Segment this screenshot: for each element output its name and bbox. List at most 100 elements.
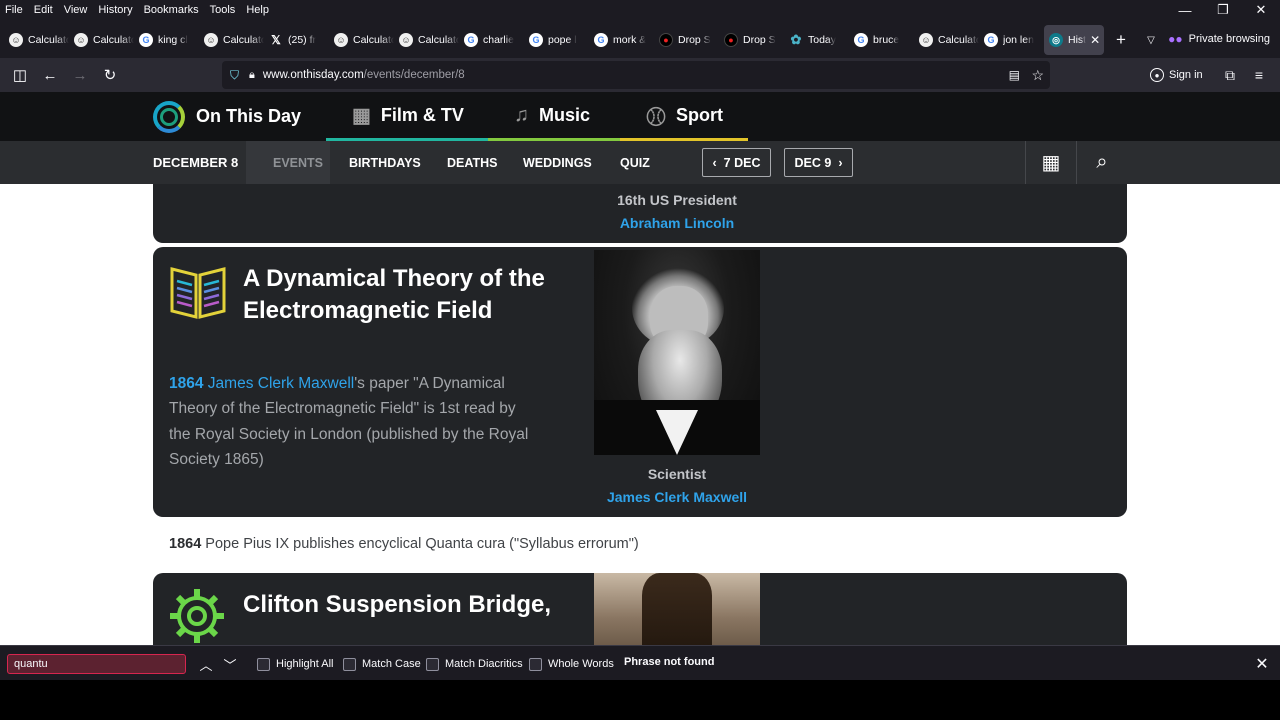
- bookmark-star-icon[interactable]: ☆: [1031, 67, 1044, 84]
- sidebar-toggle-icon[interactable]: ◫: [8, 63, 32, 87]
- checkbox-label: Whole Words: [548, 658, 614, 670]
- tab-active[interactable]: ◎ Hist ✕: [1044, 25, 1104, 55]
- plain-event-year[interactable]: 1864: [169, 536, 201, 552]
- new-tab-button[interactable]: +: [1106, 25, 1136, 55]
- tab[interactable]: ✿ Today: [784, 25, 849, 55]
- navigation-toolbar: ◫ ← → ↻ ⛉ 🔒︎ www.onthisday.com/events/de…: [0, 58, 1280, 92]
- sign-in-button[interactable]: ● Sign in: [1150, 62, 1214, 88]
- match-diacritics-checkbox[interactable]: Match Diacritics: [426, 656, 523, 672]
- section-sport[interactable]: ⚾︎ Sport: [620, 92, 748, 141]
- tab[interactable]: Gpope l: [524, 25, 589, 55]
- portrait-image[interactable]: [594, 250, 760, 455]
- calculator-icon: ☺: [399, 33, 413, 47]
- tab[interactable]: Gcharlie: [459, 25, 524, 55]
- back-button[interactable]: ←: [38, 63, 62, 87]
- tab-weddings[interactable]: WEDDINGS: [523, 141, 592, 184]
- music-note-icon: ♫: [514, 103, 529, 126]
- tab-events[interactable]: EVENTS: [273, 141, 323, 184]
- tab[interactable]: ☺ Calculator: [69, 25, 134, 55]
- checkbox-box: [529, 657, 542, 671]
- menu-bookmarks[interactable]: Bookmarks: [144, 4, 199, 16]
- tab-label: Hist: [1068, 34, 1087, 46]
- google-icon: G: [464, 33, 478, 47]
- close-find-bar-icon[interactable]: ✕: [1252, 654, 1272, 674]
- whole-words-checkbox[interactable]: Whole Words: [529, 656, 614, 672]
- image-caption: 16th US President Abraham Lincoln: [594, 192, 760, 231]
- reader-view-icon[interactable]: ▤: [1009, 68, 1020, 82]
- tab[interactable]: Gbruce: [849, 25, 914, 55]
- film-icon: ▦: [352, 104, 371, 127]
- match-case-checkbox[interactable]: Match Case: [343, 656, 421, 672]
- find-input[interactable]: quantu: [7, 654, 186, 674]
- tab[interactable]: ● Drop S: [719, 25, 784, 55]
- tab-label: bruce: [873, 34, 900, 46]
- tab[interactable]: 𝕏 (25) fr: [264, 25, 329, 55]
- tracking-protection-shield-icon[interactable]: ⛉: [230, 68, 239, 83]
- menu-history[interactable]: History: [98, 4, 132, 16]
- section-label: Film & TV: [380, 104, 464, 125]
- next-day-button[interactable]: DEC 9 ›: [784, 148, 853, 177]
- sign-in-label: Sign in: [1169, 69, 1203, 81]
- section-music[interactable]: ♫ Music: [488, 92, 620, 141]
- forward-button[interactable]: →: [68, 63, 92, 87]
- site-header: On This Day ▦ Film & TV ♫ Music ⚾︎ Sport: [0, 92, 1280, 141]
- tab[interactable]: ☺ Calculator: [914, 25, 979, 55]
- plain-event-text: Pope Pius IX publishes encyclical Quanta…: [205, 536, 639, 552]
- tab[interactable]: ☺ Calculator: [4, 25, 69, 55]
- event-card: Clifton Suspension Bridge,: [153, 573, 1127, 645]
- event-image[interactable]: [594, 573, 760, 645]
- calendar-icon[interactable]: ▦: [1025, 141, 1076, 184]
- url-text[interactable]: www.onthisday.com/events/december/8: [263, 69, 465, 81]
- extensions-icon[interactable]: ⧉: [1218, 63, 1242, 87]
- close-window-button[interactable]: ✕: [1242, 0, 1280, 20]
- highlight-all-checkbox[interactable]: Highlight All: [257, 656, 333, 672]
- day-subnav: DECEMBER 8 EVENTS BIRTHDAYS DEATHS WEDDI…: [0, 141, 1280, 184]
- onthisday-logo-icon: [153, 100, 185, 133]
- caption-name-link[interactable]: Abraham Lincoln: [594, 215, 760, 231]
- tab[interactable]: Gking cl: [134, 25, 199, 55]
- find-previous-button[interactable]: ︿: [196, 654, 216, 674]
- menu-tools[interactable]: Tools: [210, 4, 236, 16]
- event-description: 1864 James Clerk Maxwell's paper "A Dyna…: [169, 371, 541, 472]
- caption-role: Scientist: [647, 466, 707, 482]
- tab[interactable]: ☺ Calculator: [199, 25, 264, 55]
- event-year-link[interactable]: 1864: [169, 375, 203, 392]
- reload-button[interactable]: ↻: [98, 63, 122, 87]
- private-browsing-indicator: ●● Private browsing: [1168, 32, 1270, 46]
- tab-deaths[interactable]: DEATHS: [447, 141, 497, 184]
- calculator-icon: ☺: [74, 33, 88, 47]
- menu-file[interactable]: File: [5, 4, 23, 16]
- restore-button[interactable]: ❐: [1204, 0, 1242, 20]
- section-film-tv[interactable]: ▦ Film & TV: [326, 92, 488, 141]
- tab[interactable]: ☺ Calculator: [394, 25, 459, 55]
- minimize-button[interactable]: —: [1166, 0, 1204, 20]
- tab-birthdays[interactable]: BIRTHDAYS: [349, 141, 421, 184]
- find-next-button[interactable]: ﹀: [220, 654, 240, 674]
- find-status: Phrase not found: [624, 656, 715, 668]
- google-icon: G: [594, 33, 608, 47]
- tab[interactable]: ● Drop S: [654, 25, 719, 55]
- tab[interactable]: Gjon len: [979, 25, 1044, 55]
- checkbox-label: Match Case: [362, 658, 421, 670]
- tab-label: mork &: [613, 34, 647, 46]
- tab[interactable]: ☺ Calculator: [329, 25, 394, 55]
- caption-name-link[interactable]: James Clerk Maxwell: [594, 489, 760, 505]
- site-logo[interactable]: On This Day: [153, 100, 301, 133]
- site-logo-text: On This Day: [196, 106, 302, 126]
- tab-quiz[interactable]: QUIZ: [620, 141, 650, 184]
- person-link[interactable]: James Clerk Maxwell: [208, 375, 354, 392]
- prev-day-button[interactable]: ‹ 7 DEC: [702, 148, 771, 177]
- close-tab-icon[interactable]: ✕: [1090, 33, 1100, 47]
- menu-view[interactable]: View: [64, 4, 88, 16]
- app-menu-icon[interactable]: ≡: [1247, 63, 1271, 87]
- lock-icon[interactable]: 🔒︎: [249, 69, 255, 82]
- search-icon[interactable]: ⌕: [1076, 141, 1127, 184]
- tab[interactable]: Gmork &: [589, 25, 654, 55]
- menu-help[interactable]: Help: [246, 4, 269, 16]
- calculator-icon: ☺: [204, 33, 218, 47]
- url-bar[interactable]: ⛉ 🔒︎ www.onthisday.com/events/december/8…: [222, 61, 1050, 89]
- current-date: DECEMBER 8: [153, 155, 239, 170]
- menu-edit[interactable]: Edit: [34, 4, 53, 16]
- calculator-icon: ☺: [9, 33, 23, 47]
- list-all-tabs-button[interactable]: ▽: [1136, 25, 1166, 55]
